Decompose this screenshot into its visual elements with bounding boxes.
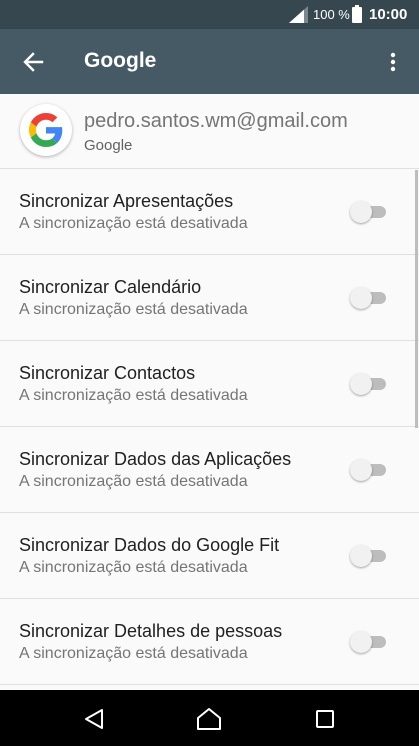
sync-item-status: A sincronização está desativada (19, 645, 248, 662)
sync-toggle[interactable] (350, 201, 388, 223)
account-email: pedro.santos.wm@gmail.com (84, 110, 348, 132)
nav-recents-icon (316, 710, 334, 728)
overflow-menu-button[interactable] (381, 46, 405, 78)
sync-item-label: Sincronizar Detalhes de pessoas (19, 621, 283, 641)
sync-row-presentations[interactable]: Sincronizar Apresentações A sincronizaçã… (0, 169, 419, 255)
sync-toggle[interactable] (350, 287, 388, 309)
sync-toggle[interactable] (350, 459, 388, 481)
sync-item-label: Sincronizar Dados do Google Fit (19, 535, 280, 555)
more-vert-icon (390, 52, 396, 72)
sync-list: Sincronizar Apresentações A sincronizaçã… (0, 169, 419, 690)
sync-toggle[interactable] (350, 545, 388, 567)
google-logo-icon (20, 104, 72, 156)
sync-toggle[interactable] (350, 631, 388, 653)
sync-item-status: A sincronização está desativada (19, 215, 248, 232)
back-button[interactable] (16, 45, 50, 79)
nav-back-button[interactable] (79, 704, 109, 734)
sync-item-status: A sincronização está desativada (19, 473, 248, 490)
battery-percent: 100 % (313, 7, 350, 22)
battery-icon (352, 5, 362, 23)
sync-row-google-fit[interactable]: Sincronizar Dados do Google Fit A sincro… (0, 513, 419, 599)
clock: 10:00 (369, 6, 408, 23)
sync-item-label: Sincronizar Calendário (19, 277, 202, 297)
sync-item-status: A sincronização está desativada (19, 301, 248, 318)
account-type: Google (84, 137, 133, 154)
status-bar: 100 % 10:00 (0, 0, 419, 29)
page-title: Google (84, 49, 157, 72)
sync-toggle[interactable] (350, 373, 388, 395)
sync-item-label: Sincronizar Dados das Aplicações (19, 449, 292, 469)
nav-home-button[interactable] (194, 704, 224, 734)
sync-row-contacts[interactable]: Sincronizar Contactos A sincronização es… (0, 341, 419, 427)
sync-item-status: A sincronização está desativada (19, 387, 248, 404)
sync-row-calendar[interactable]: Sincronizar Calendário A sincronização e… (0, 255, 419, 341)
nav-recents-button[interactable] (310, 704, 340, 734)
nav-back-icon (85, 709, 103, 729)
account-header: pedro.santos.wm@gmail.com Google (0, 94, 419, 169)
sync-item-label: Sincronizar Apresentações (19, 191, 234, 211)
nav-home-icon (197, 708, 221, 730)
signal-icon (289, 6, 308, 23)
arrow-back-icon (23, 52, 44, 72)
app-bar: Google (0, 29, 419, 94)
sync-row-app-data[interactable]: Sincronizar Dados das Aplicações A sincr… (0, 427, 419, 513)
sync-item-status: A sincronização está desativada (19, 559, 248, 576)
sync-item-label: Sincronizar Contactos (19, 363, 196, 383)
scrollbar[interactable] (415, 170, 418, 428)
sync-row-people-details[interactable]: Sincronizar Detalhes de pessoas A sincro… (0, 599, 419, 685)
navigation-bar (0, 690, 419, 746)
